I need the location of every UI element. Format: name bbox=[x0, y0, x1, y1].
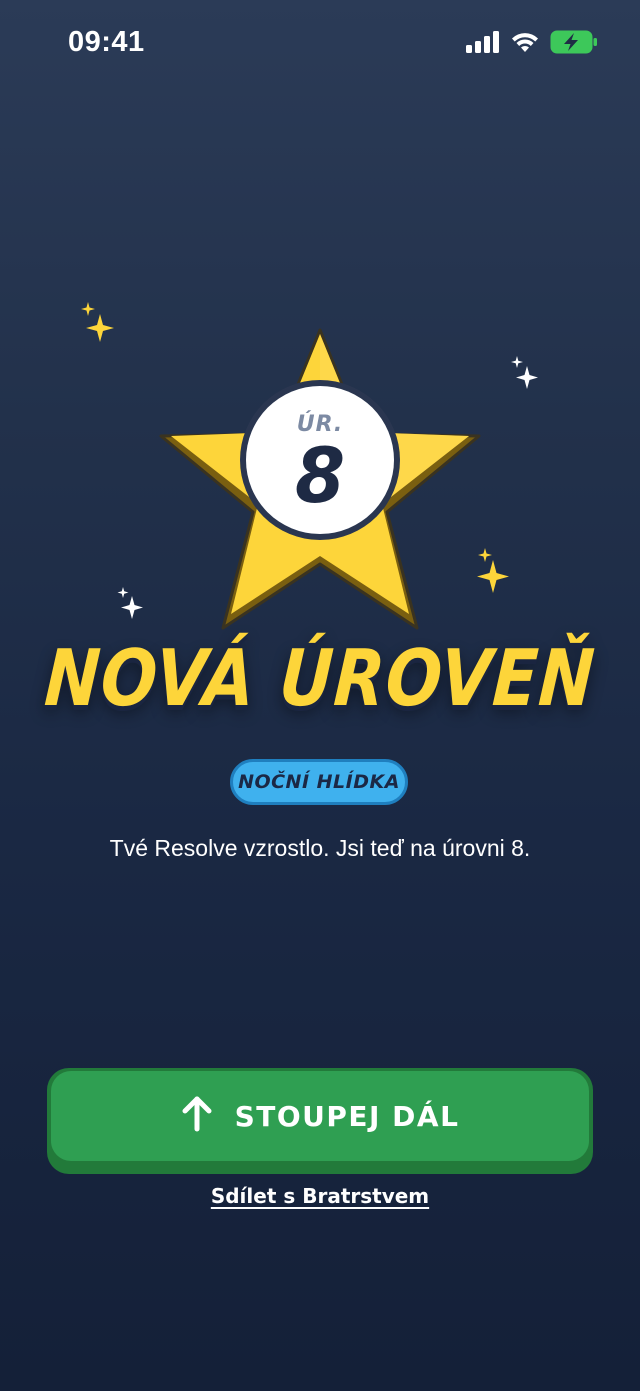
level-up-message: Tvé Resolve vzrostlo. Jsi teď na úrovni … bbox=[109, 835, 531, 861]
signal-icon bbox=[466, 31, 500, 57]
level-number: 8 bbox=[294, 431, 346, 521]
battery-charging-icon bbox=[550, 30, 598, 58]
level-circle: ÚR. 8 bbox=[240, 412, 400, 521]
sparkle-icon bbox=[511, 356, 538, 389]
level-star-hero: ÚR. 8 bbox=[0, 290, 640, 650]
status-time: 09:41 bbox=[68, 26, 145, 58]
sparkle-icon bbox=[117, 587, 143, 619]
level-up-title: NOVÁ ÚROVEŇ bbox=[42, 633, 598, 724]
continue-button-label: STOUPEJ DÁL bbox=[234, 1099, 460, 1133]
arrow-up-icon bbox=[181, 1096, 213, 1136]
sparkle-icon bbox=[81, 302, 114, 342]
rank-badge: NOČNÍ HLÍDKA bbox=[230, 759, 408, 805]
continue-button-face[interactable]: STOUPEJ DÁL bbox=[51, 1071, 589, 1161]
status-bar: 09:41 bbox=[0, 0, 640, 90]
status-icons bbox=[466, 30, 598, 58]
continue-button[interactable]: STOUPEJ DÁL bbox=[47, 1068, 593, 1174]
wifi-icon bbox=[510, 31, 540, 57]
share-link[interactable]: Sdílet s Bratrstvem bbox=[0, 1184, 640, 1208]
